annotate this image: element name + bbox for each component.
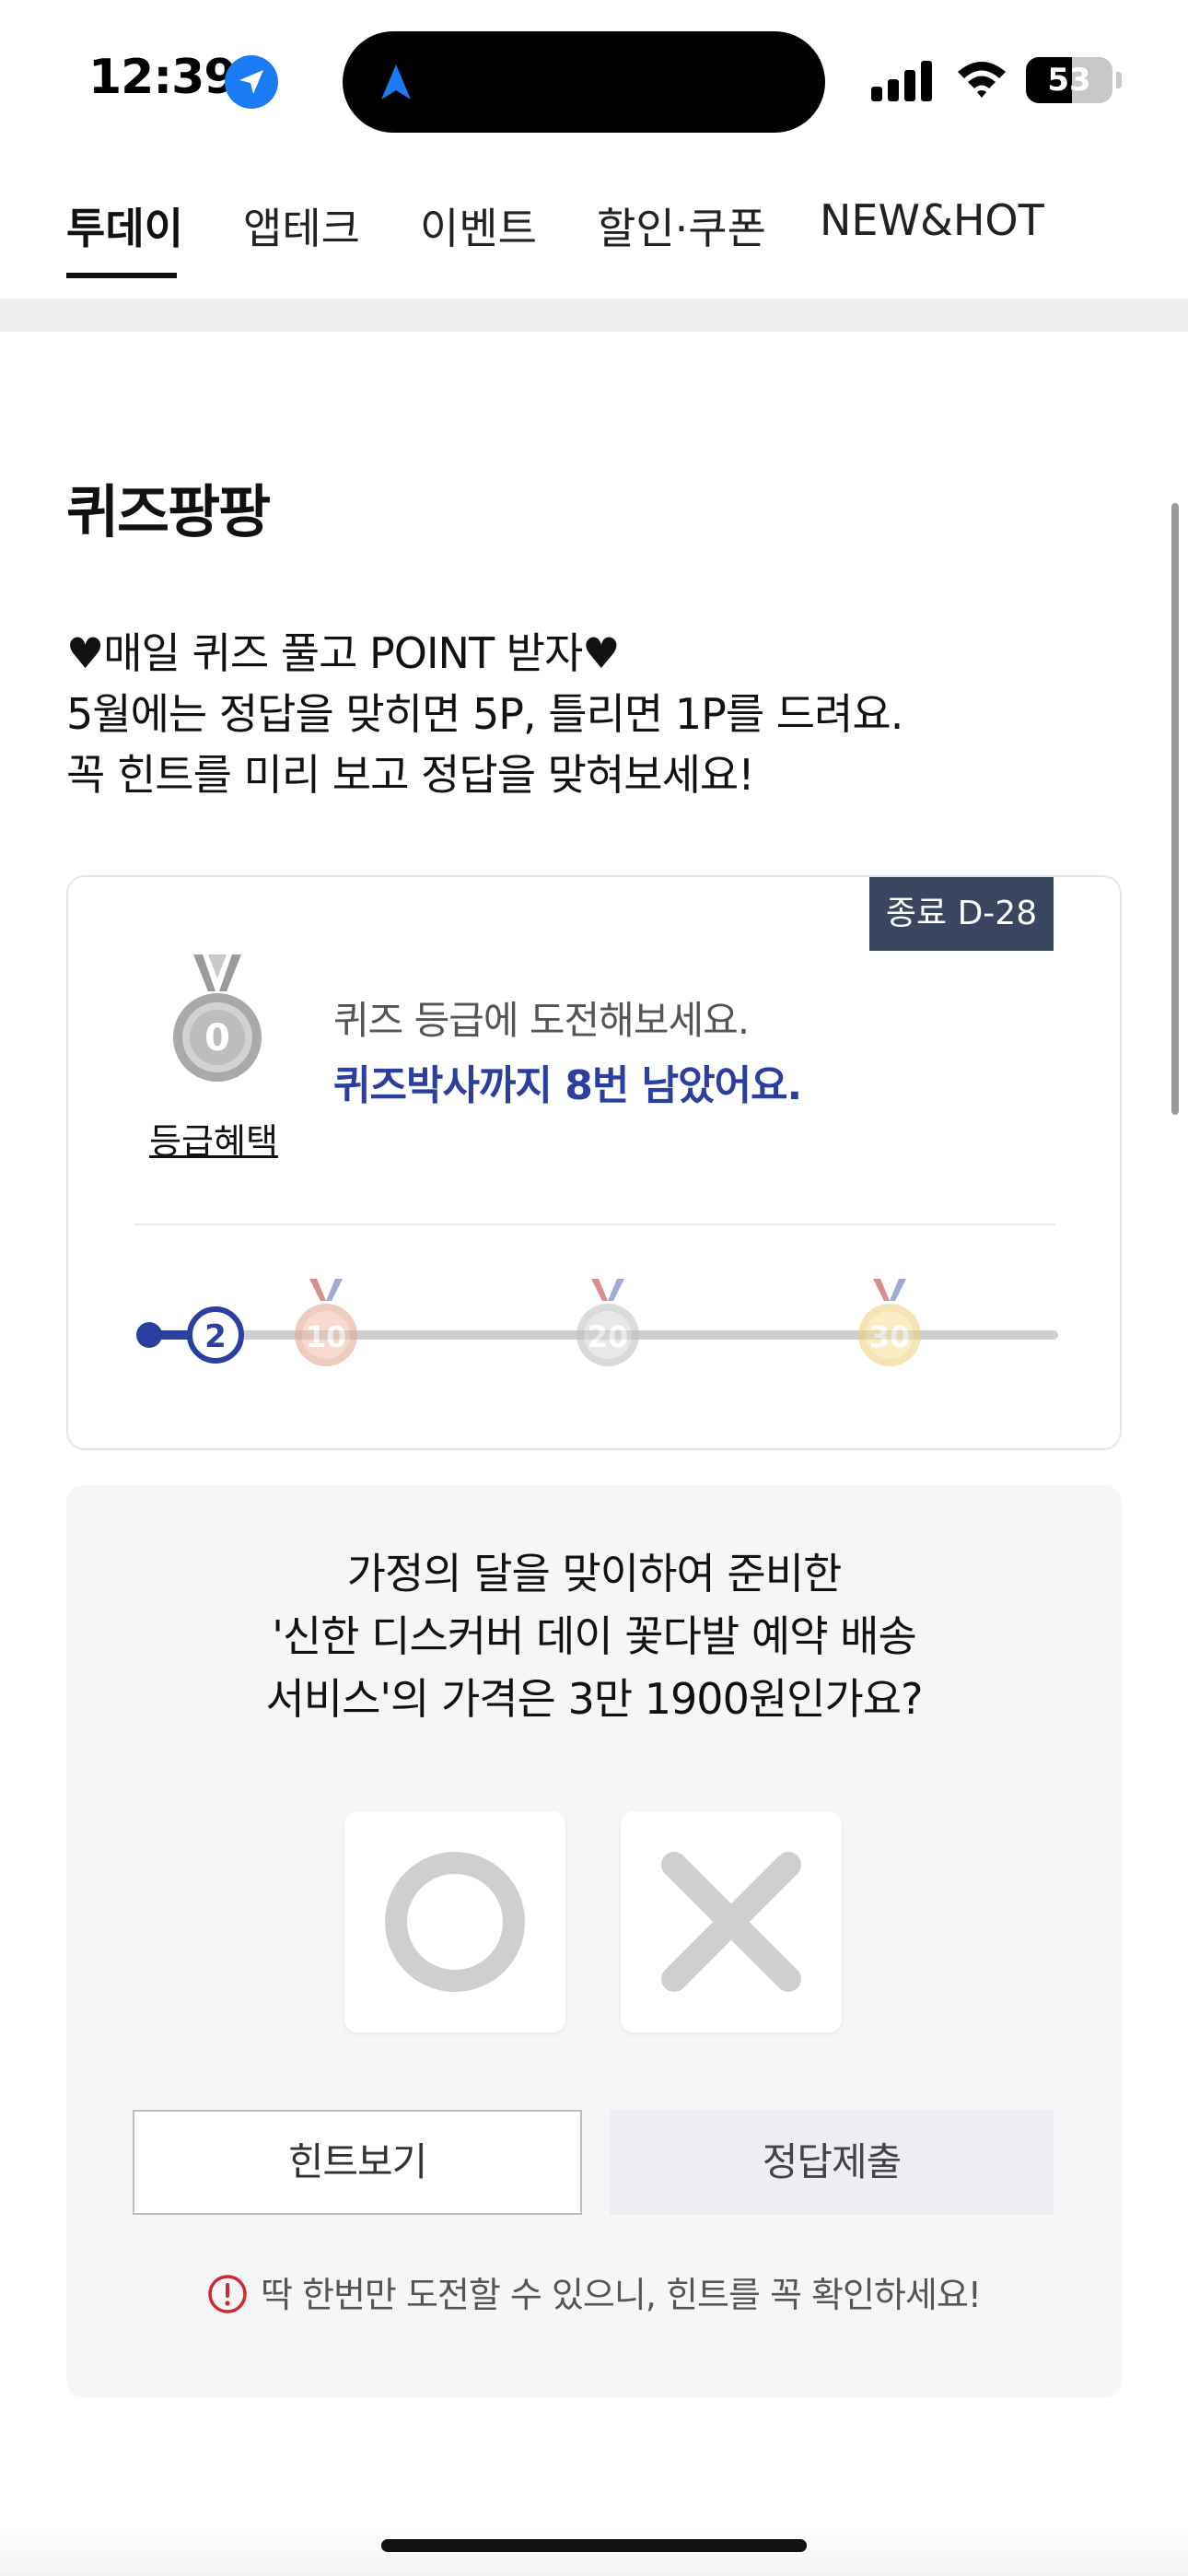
gold-medal-icon: 30 — [858, 1279, 921, 1366]
location-arrow-icon — [225, 55, 278, 109]
question-line: 서비스'의 가격은 3만 1900원인가요? — [265, 1674, 923, 1724]
cross-x-icon — [661, 1852, 801, 1992]
intro-line: 5월에는 정답을 맞히면 5P, 틀리면 1P를 드려요. — [66, 689, 903, 739]
milestone-label: 30 — [869, 1319, 911, 1354]
intro-text: ♥매일 퀴즈 풀고 POINT 받자♥ 5월에는 정답을 맞히면 5P, 틀리면… — [66, 623, 903, 805]
cellular-signal-icon — [871, 61, 936, 101]
grade-benefit-link[interactable]: 등급혜택 — [122, 1113, 306, 1164]
medal-level: 0 — [204, 1017, 230, 1060]
warning-icon — [208, 2275, 247, 2313]
grade-challenge-text: 퀴즈 등급에 도전해보세요. — [333, 998, 750, 1043]
dday-badge: 종료 D-28 — [869, 877, 1054, 951]
intro-line: ♥매일 퀴즈 풀고 POINT 받자♥ — [66, 628, 621, 678]
quiz-question: 가정의 달을 맞이하여 준비한 '신한 디스커버 데이 꽃다발 예약 배송 서비… — [66, 1542, 1122, 1730]
dynamic-island — [343, 31, 825, 133]
silver-medal-icon: 0 — [173, 954, 262, 1082]
question-line: '신한 디스커버 데이 꽃다발 예약 배송 — [272, 1611, 917, 1661]
circle-o-icon — [385, 1852, 525, 1992]
wifi-icon — [958, 62, 1006, 98]
milestone-label: 10 — [306, 1319, 347, 1354]
tab-event[interactable]: 이벤트 — [420, 195, 537, 256]
grade-progress-track: 2 10 20 30 — [136, 1279, 1058, 1366]
answer-o-button[interactable] — [344, 1811, 565, 2032]
bronze-medal-icon: 10 — [295, 1279, 357, 1366]
active-tab-indicator — [66, 273, 177, 278]
question-line: 가정의 달을 맞이하여 준비한 — [346, 1549, 843, 1598]
intro-line: 꼭 힌트를 미리 보고 정답을 맞혀보세요! — [66, 750, 755, 800]
submit-answer-button[interactable]: 정답제출 — [610, 2110, 1054, 2215]
quiz-box: 가정의 달을 맞이하여 준비한 '신한 디스커버 데이 꽃다발 예약 배송 서비… — [66, 1485, 1122, 2397]
section-title: 퀴즈팡팡 — [66, 478, 271, 545]
grade-card: 종료 D-28 0 등급혜택 퀴즈 등급에 도전해보세요. 퀴즈박사까지 8번 … — [66, 875, 1122, 1450]
tab-apptech[interactable]: 앱테크 — [243, 195, 360, 256]
progress-start-dot — [136, 1322, 162, 1348]
milestone-label: 20 — [588, 1319, 629, 1354]
answer-x-button[interactable] — [621, 1811, 842, 2032]
navigation-icon — [381, 64, 411, 100]
section-divider — [0, 299, 1188, 332]
status-time: 12:39 — [88, 50, 238, 105]
battery-cap — [1116, 72, 1122, 88]
silver-medal-milestone-icon: 20 — [577, 1279, 639, 1366]
progress-current-label: 2 — [204, 1318, 227, 1355]
battery-icon: 53 — [1026, 57, 1112, 103]
home-indicator[interactable] — [381, 2539, 807, 2552]
status-bar: 12:39 53 — [0, 0, 1188, 157]
tab-today[interactable]: 투데이 — [66, 195, 183, 256]
notice-text: 딱 한번만 도전할 수 있으니, 힌트를 꼭 확인하세요! — [260, 2275, 982, 2315]
tab-new-hot[interactable]: NEW&HOT — [820, 195, 1044, 245]
notice-row: 딱 한번만 도전할 수 있으니, 힌트를 꼭 확인하세요! — [66, 2266, 1122, 2317]
card-divider — [134, 1224, 1055, 1225]
hint-button[interactable]: 힌트보기 — [133, 2110, 582, 2215]
grade-remaining-text: 퀴즈박사까지 8번 남았어요. — [333, 1062, 802, 1109]
scrollbar[interactable] — [1171, 503, 1179, 1115]
top-tab-bar: 투데이 앱테크 이벤트 할인·쿠폰 NEW&HOT — [0, 175, 1188, 295]
tab-discount-coupon[interactable]: 할인·쿠폰 — [597, 195, 766, 256]
battery-level: 53 — [1047, 62, 1091, 99]
